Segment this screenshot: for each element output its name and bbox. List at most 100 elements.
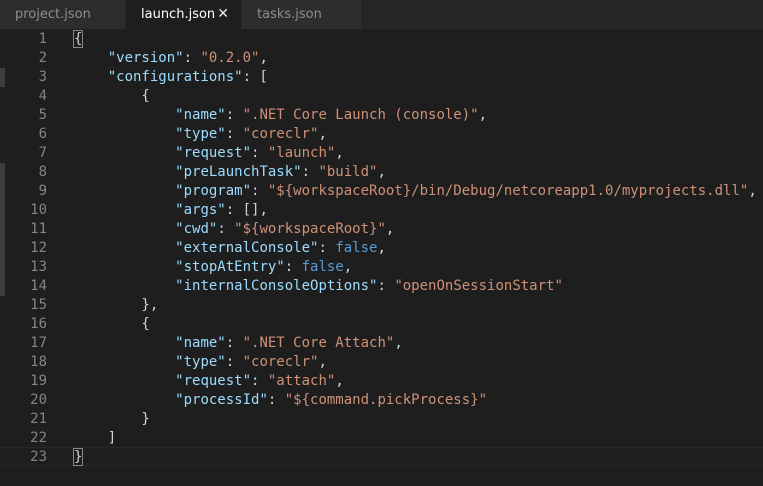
code-line[interactable]: 8 "preLaunchTask": "build", bbox=[0, 163, 763, 182]
editor-content[interactable]: 1{2 "version": "0.2.0", 3 "configurations… bbox=[0, 29, 763, 486]
code-token: , bbox=[478, 107, 488, 123]
code-token: "${workspaceRoot}" bbox=[234, 221, 386, 237]
code-token: "request" bbox=[175, 373, 252, 389]
line-number: 10 bbox=[30, 202, 47, 218]
code-token: "internalConsoleOptions" bbox=[175, 278, 378, 294]
code-token: , bbox=[748, 183, 757, 199]
code-text: "program": "${workspaceRoot}/bin/Debug/n… bbox=[74, 182, 757, 201]
code-token: ".NET Core Attach" bbox=[242, 335, 395, 351]
code-token: } bbox=[74, 411, 150, 427]
code-text: "preLaunchTask": "build", bbox=[74, 163, 386, 182]
code-line[interactable]: 7 "request": "launch", bbox=[0, 144, 763, 163]
code-line[interactable]: 4 { bbox=[0, 87, 763, 106]
code-token: { bbox=[74, 88, 150, 104]
code-text: "version": "0.2.0", bbox=[74, 49, 268, 68]
code-token: false bbox=[301, 259, 344, 275]
code-token: "program" bbox=[175, 183, 252, 199]
code-token: "args" bbox=[175, 202, 226, 218]
tab-label: launch.json bbox=[141, 7, 216, 22]
code-token: : bbox=[183, 50, 201, 66]
code-line[interactable]: 9 "program": "${workspaceRoot}/bin/Debug… bbox=[0, 182, 763, 201]
line-number: 3 bbox=[38, 69, 47, 85]
code-token: : bbox=[301, 164, 319, 180]
code-token: , bbox=[394, 335, 403, 351]
code-line[interactable]: 11 "cwd": "${workspaceRoot}", bbox=[0, 220, 763, 239]
tab-project-json[interactable]: project.json bbox=[0, 0, 126, 29]
line-number: 1 bbox=[38, 31, 47, 47]
code-line[interactable]: 6 "type": "coreclr", bbox=[0, 125, 763, 144]
code-token: "name" bbox=[175, 107, 226, 123]
code-token: : bbox=[225, 107, 243, 123]
line-number: 12 bbox=[30, 240, 47, 256]
code-line[interactable]: 14 "internalConsoleOptions": "openOnSess… bbox=[0, 277, 763, 296]
code-token: : bbox=[225, 126, 243, 142]
code-line[interactable]: 23} bbox=[0, 448, 763, 467]
code-token: { bbox=[74, 316, 150, 332]
code-text: { bbox=[72, 30, 84, 49]
line-number: 7 bbox=[38, 145, 47, 161]
code-token: "launch" bbox=[267, 145, 336, 161]
code-token: : bbox=[225, 335, 243, 351]
code-token: "attach" bbox=[267, 373, 336, 389]
code-text: "stopAtEntry": false, bbox=[74, 258, 352, 277]
code-text: { bbox=[74, 315, 150, 334]
code-token: "configurations" bbox=[107, 69, 243, 85]
code-editor-window: project.json launch.json ✕ tasks.json 1{… bbox=[0, 0, 763, 486]
code-text: "type": "coreclr", bbox=[74, 353, 327, 372]
code-token: , bbox=[318, 354, 327, 370]
code-line[interactable]: 16 { bbox=[0, 315, 763, 334]
code-token: "cwd" bbox=[175, 221, 218, 237]
close-icon[interactable]: ✕ bbox=[217, 6, 229, 22]
code-token: : bbox=[377, 278, 395, 294]
code-token: , bbox=[335, 145, 344, 161]
code-line[interactable]: 15 }, bbox=[0, 296, 763, 315]
code-line[interactable]: 21 } bbox=[0, 410, 763, 429]
line-number: 9 bbox=[38, 183, 47, 199]
code-token: { bbox=[72, 30, 84, 48]
code-line[interactable]: 17 "name": ".NET Core Attach", bbox=[0, 334, 763, 353]
code-text: "request": "attach", bbox=[74, 372, 344, 391]
code-line[interactable]: 5 "name": ".NET Core Launch (console)", bbox=[0, 106, 763, 125]
code-text: "name": ".NET Core Attach", bbox=[74, 334, 403, 353]
code-text: ] bbox=[74, 429, 116, 448]
code-line[interactable]: 1{ bbox=[0, 30, 763, 49]
code-line[interactable]: 3 "configurations": [ bbox=[0, 68, 763, 87]
code-line[interactable]: 12 "externalConsole": false, bbox=[0, 239, 763, 258]
code-line[interactable]: 2 "version": "0.2.0", bbox=[0, 49, 763, 68]
code-line[interactable]: 10 "args": [], bbox=[0, 201, 763, 220]
code-line[interactable]: 18 "type": "coreclr", bbox=[0, 353, 763, 372]
code-token: : bbox=[284, 259, 302, 275]
line-number: 19 bbox=[30, 373, 47, 389]
code-text: "processId": "${command.pickProcess}" bbox=[74, 391, 487, 410]
tab-tasks-json[interactable]: tasks.json bbox=[242, 0, 362, 29]
code-text: { bbox=[74, 87, 150, 106]
code-token: "coreclr" bbox=[242, 126, 319, 142]
code-token: : bbox=[251, 145, 268, 161]
code-line[interactable]: 13 "stopAtEntry": false, bbox=[0, 258, 763, 277]
code-token: : bbox=[217, 221, 235, 237]
code-token: : bbox=[318, 240, 336, 256]
code-token: "name" bbox=[175, 335, 226, 351]
line-number: 16 bbox=[30, 316, 47, 332]
code-token: "version" bbox=[107, 50, 184, 66]
code-line[interactable]: 22 ] bbox=[0, 429, 763, 448]
code-token: "preLaunchTask" bbox=[175, 164, 302, 180]
code-line[interactable]: 20 "processId": "${command.pickProcess}" bbox=[0, 391, 763, 410]
code-text: "request": "launch", bbox=[74, 144, 344, 163]
line-number: 4 bbox=[38, 88, 47, 104]
code-token: : [ bbox=[242, 69, 268, 85]
tab-label: tasks.json bbox=[257, 7, 322, 22]
tab-bar: project.json launch.json ✕ tasks.json bbox=[0, 0, 763, 29]
tab-launch-json[interactable]: launch.json ✕ bbox=[126, 0, 242, 29]
code-text: }, bbox=[74, 296, 158, 315]
code-line[interactable]: 19 "request": "attach", bbox=[0, 372, 763, 391]
